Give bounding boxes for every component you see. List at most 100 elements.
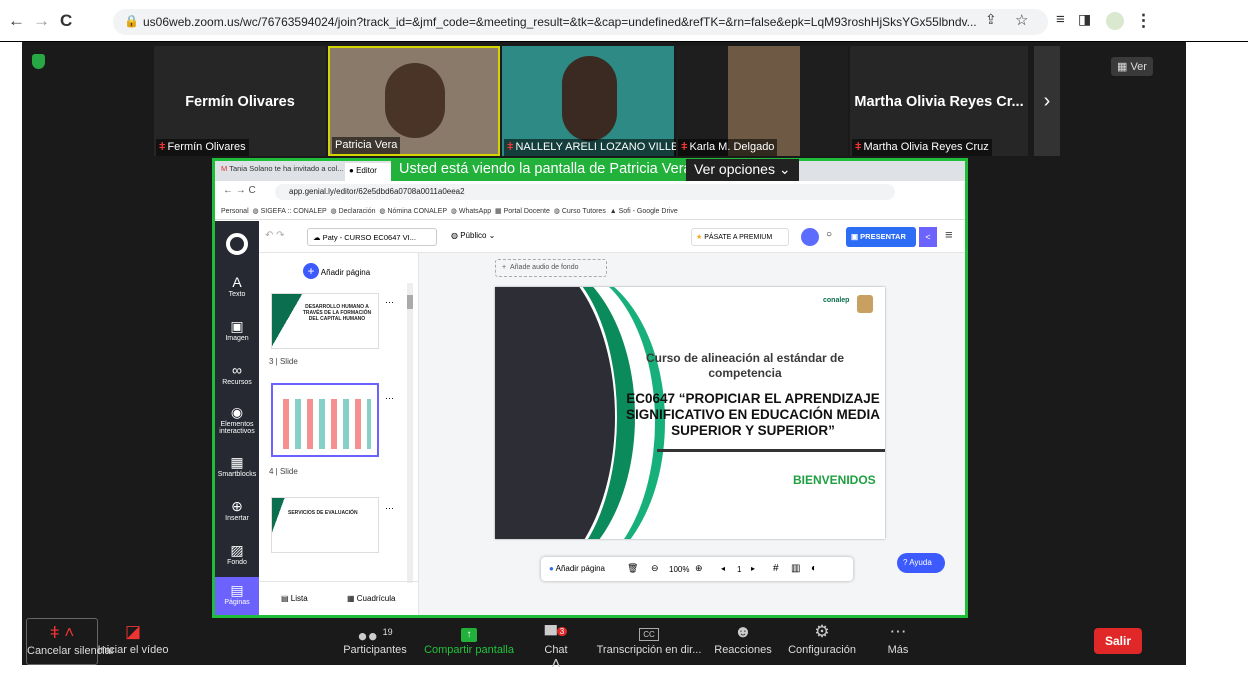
back-arrow-icon[interactable]: ← <box>8 11 25 31</box>
sidebar-item-paginas[interactable]: ▤ Páginas <box>215 577 259 615</box>
sidebar-item-recursos[interactable]: ∞ Recursos <box>215 361 259 386</box>
unmute-button[interactable]: ǂ ˄ Cancelar silenciar <box>26 618 114 665</box>
scrollbar-thumb[interactable] <box>407 295 413 309</box>
premium-button[interactable]: ★ PÁSATE A PREMIUM <box>691 228 789 246</box>
slide-canvas[interactable]: conalep Curso de alineación al estándar … <box>495 287 885 539</box>
list-view-tab[interactable]: ▤ Lista <box>281 594 308 603</box>
profile-avatar[interactable] <box>1106 12 1124 30</box>
video-label: Iniciar el vídeo <box>97 644 169 656</box>
prev-page-icon[interactable]: ◂ <box>721 564 725 573</box>
add-audio-label: Añade audio de fondo <box>509 264 579 271</box>
reactions-button[interactable]: ☻ Reacciones <box>714 618 772 665</box>
participant-tile[interactable]: ǂ NALLELY ARELI LOZANO VILLEDA <box>502 46 697 156</box>
muted-mic-icon: ǂ <box>855 141 862 153</box>
participant-tile[interactable]: ǂ Karla M. Delgado <box>676 46 848 156</box>
sidepanel-icon[interactable]: ◨ <box>1078 11 1091 28</box>
reload-icon[interactable]: C <box>60 11 72 31</box>
share-screen-label: Compartir pantalla <box>424 644 514 656</box>
undo-redo-icons[interactable]: ↶ ↷ <box>265 230 285 241</box>
participants-button[interactable]: ●● 19 Participantes <box>340 618 410 665</box>
participant-tile[interactable]: Martha Olivia Reyes Cr... ǂ Martha Olivia… <box>850 46 1028 156</box>
tab-title: Tania Solano te ha invitado a col... <box>229 164 344 173</box>
viewing-banner: Usted está viendo la pantalla de Patrici… <box>391 159 715 181</box>
more-options-icon[interactable]: ⋯ <box>385 393 394 404</box>
visibility-dropdown[interactable]: ◍ Público ⌄ <box>451 231 495 240</box>
muted-mic-icon: ǂ <box>159 141 166 153</box>
thumbnail-title: DESARROLLO HUMANO A TRAVÉS DE LA FORMACI… <box>302 304 372 322</box>
help-button[interactable]: ? Ayuda <box>897 553 945 573</box>
collaborators-icon[interactable] <box>801 228 819 246</box>
star-icon[interactable]: ☆ <box>1015 11 1028 29</box>
layers-icon[interactable]: ▥ <box>791 563 800 574</box>
bookmark: Declaración <box>338 208 376 215</box>
share-icon[interactable]: ⇪ <box>985 11 997 28</box>
page-label: 3 | Slide <box>269 357 298 366</box>
sidebar-item-smartblocks[interactable]: ▦ Smartblocks <box>215 453 259 478</box>
muted-mic-icon: ǂ ˄ <box>49 623 75 642</box>
settings-label: Configuración <box>788 644 856 656</box>
add-page-button[interactable]: + Añadir página <box>303 263 370 279</box>
more-options-icon[interactable]: ⋯ <box>385 503 394 514</box>
shared-nav-icons: ← → C <box>223 185 256 196</box>
present-button[interactable]: ▣ PRESENTAR <box>846 227 916 247</box>
participant-tile-active[interactable]: Patricia Vera <box>328 46 500 156</box>
share-screen-button[interactable]: ↑ Compartir pantalla <box>422 618 516 665</box>
next-page-chevron-icon[interactable]: › <box>1034 46 1060 156</box>
participant-name: NALLELY ARELI LOZANO VILLEDA <box>515 141 694 153</box>
captions-button[interactable]: CC Transcripción en dir... <box>594 618 704 665</box>
participant-name-tag: ǂ Martha Olivia Reyes Cruz <box>852 139 992 156</box>
delete-icon[interactable]: 🗑 <box>627 563 638 574</box>
participant-tile[interactable]: Fermín Olivares ǂ Fermín Olivares <box>154 46 326 156</box>
view-options-button[interactable]: Ver opciones ⌄ <box>686 159 799 181</box>
sidebar-item-interactivos[interactable]: ◉ Elementos interactivos <box>215 403 259 435</box>
menu-icon[interactable]: ⋮ <box>1135 11 1152 31</box>
start-video-button[interactable]: ◪ Iniciar el vídeo <box>94 618 172 665</box>
page-thumbnail[interactable]: DESARROLLO HUMANO A TRAVÉS DE LA FORMACI… <box>271 293 379 349</box>
grid-view-tab[interactable]: ▦ Cuadrícula <box>347 594 395 603</box>
bookmarks-bar: Personal ◍ SIGEFA :: CONALEP ◍ Declaraci… <box>215 203 965 220</box>
hide-icon[interactable]: ◐ <box>811 563 817 574</box>
add-audio-button[interactable]: + Añade audio de fondo <box>495 259 607 277</box>
page-thumbnail-selected[interactable] <box>271 383 379 457</box>
forward-arrow-icon[interactable]: → <box>33 11 50 31</box>
sidebar-item-imagen[interactable]: ▣ Imagen <box>215 317 259 342</box>
leave-button[interactable]: Salir <box>1094 628 1142 654</box>
scrollbar[interactable] <box>407 283 413 583</box>
conalep-logo: conalep <box>823 297 850 304</box>
insert-icon: ⊕ <box>231 498 243 514</box>
participant-name: Martha Olivia Reyes Cruz <box>863 141 989 153</box>
present-label: PRESENTAR <box>860 232 906 241</box>
bookmark: WhatsApp <box>458 208 492 215</box>
zoom-meeting-window: ▦ Ver Fermín Olivares ǂ Fermín Olivares P… <box>22 42 1186 673</box>
zoom-in-icon[interactable]: ⊕ <box>695 563 703 574</box>
page-thumbnail[interactable]: SERVICIOS DE EVALUACIÓN <box>271 497 379 553</box>
reading-list-icon[interactable]: ≡ <box>1056 11 1065 28</box>
preview-icon[interactable]: ○ <box>826 229 832 240</box>
view-button[interactable]: ▦ Ver <box>1111 57 1153 76</box>
sidebar-item-insertar[interactable]: ⊕ Insertar <box>215 497 259 522</box>
file-name-field[interactable]: ☁ Paty - CURSO EC0647 VI... <box>307 228 437 246</box>
interactive-icon: ◉ <box>230 404 244 420</box>
canvas-add-page-button[interactable]: ● Añadir página <box>549 564 605 573</box>
sidebar-label: Insertar <box>225 515 249 522</box>
address-bar[interactable]: 🔒 us06web.zoom.us/wc/76763594024/join?tr… <box>113 9 1048 35</box>
sidebar-item-texto[interactable]: A Texto <box>215 273 259 298</box>
sidebar-item-fondo[interactable]: ▨ Fondo <box>215 541 259 566</box>
menu-icon[interactable]: ≡ <box>945 227 953 242</box>
slide-subtitle: Curso de alineación al estándar de compe… <box>645 351 845 380</box>
pages-icon: ▤ <box>230 582 244 598</box>
view-options-label: Ver opciones <box>694 161 775 177</box>
chat-badge: 3 <box>556 627 568 636</box>
settings-button[interactable]: ⚙ Configuración <box>786 618 858 665</box>
tab-title: Editor <box>356 166 377 175</box>
leave-label: Salir <box>1104 634 1131 648</box>
zoom-out-icon[interactable]: ⊖ <box>651 563 659 574</box>
page-number: 1 <box>737 565 742 574</box>
next-page-icon[interactable]: ▸ <box>751 564 755 573</box>
chat-button[interactable]: ▀ 3 ˄ Chat <box>538 618 574 673</box>
grid-icon[interactable]: # <box>773 563 779 574</box>
more-options-icon[interactable]: ⋯ <box>385 297 394 308</box>
more-button[interactable]: ⋯ Más <box>878 618 918 665</box>
thumbnail-title: SERVICIOS DE EVALUACIÓN <box>288 510 358 516</box>
share-icon[interactable]: < <box>919 227 937 247</box>
